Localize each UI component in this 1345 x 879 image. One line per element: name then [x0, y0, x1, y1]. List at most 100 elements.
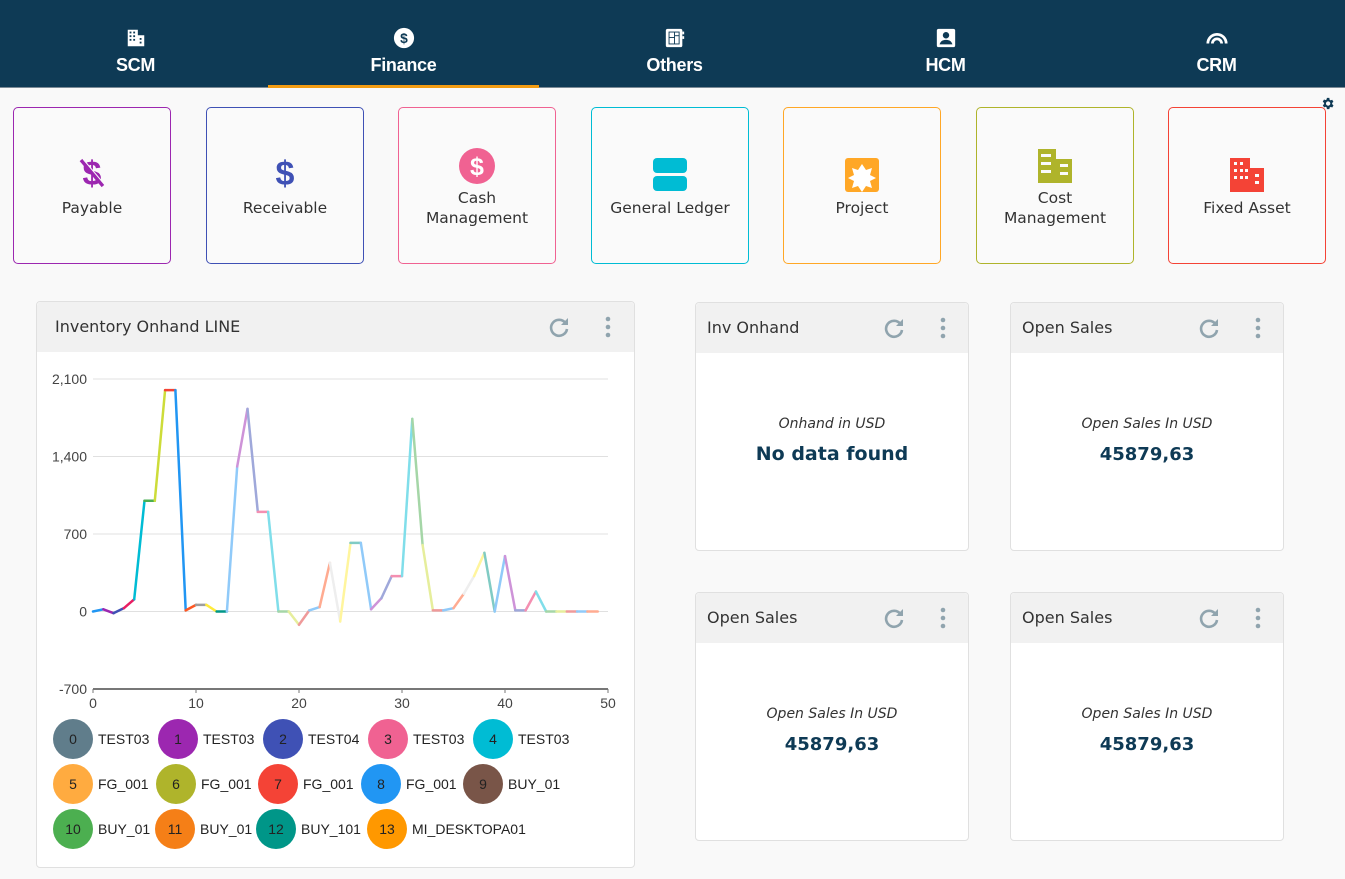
y-tick-label: 1,400 [52, 449, 87, 465]
panel-header: Open Sales [1011, 593, 1283, 643]
panel-header: Inv Onhand [696, 303, 968, 353]
svg-text:$: $ [400, 31, 408, 46]
dollar-circle-icon: $ [459, 148, 495, 184]
legend-item[interactable]: 10 BUY_01 [53, 809, 150, 849]
line-segment [308, 605, 321, 612]
legend-item[interactable]: 2 TEST04 [263, 719, 359, 759]
tile-cash-management[interactable]: $ Cash Management [398, 107, 556, 264]
tile-receivable[interactable]: $ Receivable [206, 107, 364, 264]
legend-swatch: 9 [463, 764, 503, 804]
legend-label: TEST03 [98, 731, 150, 747]
line-segment [225, 465, 239, 613]
tile-payable[interactable]: $ Payable [13, 107, 171, 264]
legend-item[interactable]: 13 MI_DESKTOPA01 [367, 809, 526, 849]
tile-label: Fixed Asset [1203, 199, 1291, 217]
svg-text:$: $ [276, 155, 295, 192]
grid-notebook-icon [665, 28, 684, 48]
legend-label: FG_001 [201, 776, 252, 792]
legend-swatch: 13 [367, 809, 407, 849]
legend-swatch: 4 [473, 719, 513, 759]
line-segment [524, 590, 538, 612]
tile-project[interactable]: Project [783, 107, 941, 264]
more-vertical-icon[interactable] [603, 316, 613, 338]
legend-item[interactable]: 3 TEST03 [368, 719, 464, 759]
more-vertical-icon[interactable] [938, 607, 948, 629]
line-segment [380, 574, 393, 600]
legend-label: TEST03 [413, 731, 465, 747]
kpi-label: Open Sales In USD [766, 706, 898, 722]
tile-label-line: Cost [1037, 189, 1073, 207]
tile-general-ledger[interactable]: General Ledger [591, 107, 749, 264]
legend-label: MI_DESKTOPA01 [412, 821, 526, 837]
line-segment [287, 610, 301, 627]
line-segment [441, 606, 455, 612]
line-segment [338, 541, 352, 623]
tile-label: Receivable [242, 199, 328, 217]
refresh-icon[interactable] [1197, 316, 1221, 340]
line-segment [132, 499, 146, 601]
line-segment [534, 590, 548, 613]
legend-item[interactable]: 0 TEST03 [53, 719, 149, 759]
line-segment [462, 574, 476, 596]
y-tick-label: 0 [79, 604, 87, 620]
nav-tab-others[interactable]: Others [539, 0, 810, 88]
legend-item[interactable]: 8 FG_001 [361, 764, 457, 804]
more-vertical-icon[interactable] [938, 317, 948, 339]
panel-open-sales: Open Sales Open Sales In USD 45879,63 [1010, 592, 1284, 841]
kpi-label: Open Sales In USD [1081, 706, 1213, 722]
panel-open-sales: Open Sales Open Sales In USD 45879,63 [695, 592, 969, 841]
panel-title: Inv Onhand [707, 318, 800, 337]
nav-tab-hcm[interactable]: HCM [810, 0, 1081, 88]
legend-item[interactable]: 11 BUY_01 [155, 809, 252, 849]
legend-item[interactable]: 1 TEST03 [158, 719, 254, 759]
refresh-icon[interactable] [1197, 606, 1221, 630]
nav-tab-scm[interactable]: SCM [0, 0, 271, 88]
legend-item[interactable]: 4 TEST03 [473, 719, 569, 759]
line-segment [400, 417, 414, 578]
tile-cost-management[interactable]: Cost Management [976, 107, 1134, 264]
line-segment [369, 596, 383, 611]
tile-fixed-asset[interactable]: Fixed Asset [1168, 107, 1326, 264]
line-segment [235, 407, 249, 468]
legend-label: TEST03 [518, 731, 570, 747]
legend-swatch: 3 [368, 719, 408, 759]
line-segment [184, 603, 198, 612]
arc-signal-icon [1205, 32, 1228, 44]
line-segment [112, 606, 126, 615]
panel-title: Inventory Onhand LINE [55, 317, 241, 336]
nav-tab-label: Finance [370, 55, 437, 75]
nav-tab-crm[interactable]: CRM [1081, 0, 1345, 88]
more-vertical-icon[interactable] [1253, 317, 1263, 339]
line-segment [266, 510, 280, 613]
legend-item[interactable]: 12 BUY_101 [256, 809, 361, 849]
line-segment [452, 592, 466, 610]
legend-item[interactable]: 6 FG_001 [156, 764, 252, 804]
nav-tab-finance[interactable]: $ Finance [268, 0, 539, 88]
panel-header: Open Sales [696, 593, 968, 643]
building-icon [127, 29, 144, 47]
legend-item[interactable]: 7 FG_001 [258, 764, 354, 804]
line-segment [328, 561, 342, 623]
kpi-value: No data found [755, 443, 909, 465]
legend-item[interactable]: 5 FG_001 [53, 764, 149, 804]
person-card-icon [936, 28, 955, 48]
y-tick-label: 700 [64, 526, 88, 542]
line-segment [246, 407, 260, 514]
line-chart: 2,1001,4007000-7000 10 20 30 40 50 [52, 371, 616, 711]
refresh-icon[interactable] [547, 315, 571, 339]
tile-label: General Ledger [610, 199, 730, 217]
x-tick-label: 40 [497, 695, 513, 711]
panel-inv-onhand: Inv Onhand Onhand in USD No data found [695, 302, 969, 551]
tile-label: Cash Management [399, 188, 555, 228]
panel-inventory-onhand-line: Inventory Onhand LINE 2,100 1,400 700 0 -700… [36, 301, 635, 868]
legend-item[interactable]: 9 BUY_01 [463, 764, 560, 804]
refresh-icon[interactable] [882, 606, 906, 630]
line-segment [411, 417, 424, 547]
line-segment [318, 561, 332, 609]
refresh-icon[interactable] [882, 316, 906, 340]
more-vertical-icon[interactable] [1253, 607, 1263, 629]
panel-title: Open Sales [1022, 318, 1113, 337]
legend-label: BUY_01 [200, 821, 253, 837]
panel-title: Open Sales [707, 608, 798, 627]
panel-title: Open Sales [1022, 608, 1113, 627]
